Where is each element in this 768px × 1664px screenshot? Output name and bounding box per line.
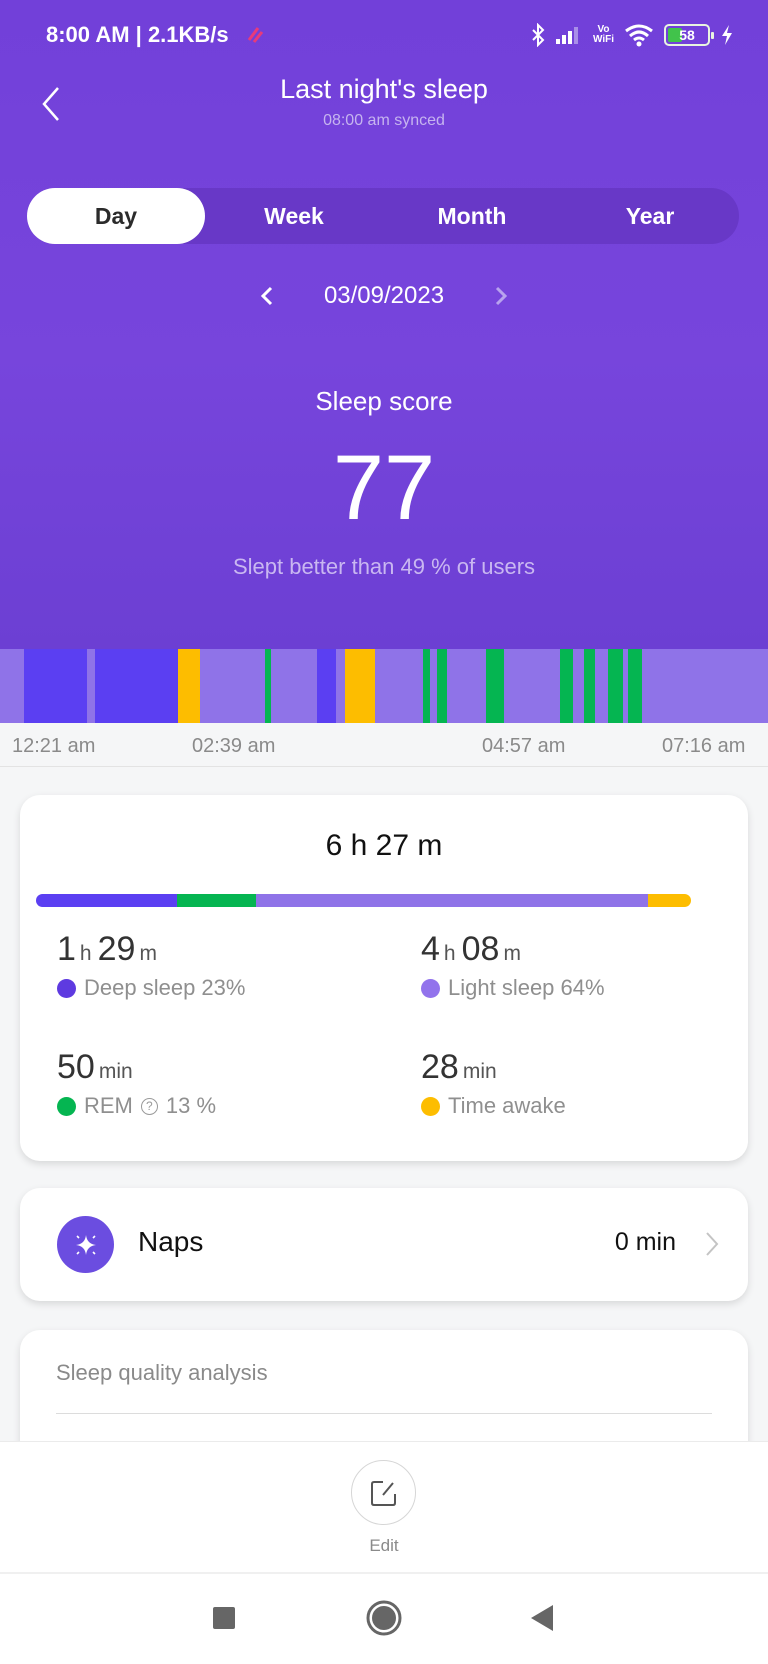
edit-bar: Edit [0,1441,768,1572]
naps-label: Naps [138,1226,204,1257]
triangle-back-icon [531,1605,553,1631]
circle-icon [366,1600,402,1636]
timeline-segment-rem [628,649,643,723]
awake-legend-dot [421,1096,440,1116]
sleep-score-value: 77 [332,437,436,539]
timeline-segment-light [199,649,265,723]
timeline-segment-light [271,649,318,723]
bluetooth-icon [532,23,545,47]
chevron-right-icon [706,1232,719,1256]
period-tabs: Day Week Month Year [27,188,739,244]
title-bar: Last night's sleep 08:00 am synced [0,70,768,140]
tab-year[interactable]: Year [561,188,739,244]
stat-rem: 50 min REM? 13 % [57,1048,217,1118]
timeline-segment-light [336,649,345,723]
total-sleep-duration: 6 h 27 m [325,829,443,862]
timeline-tick-label: 07:16 am [662,735,746,757]
nap-sparkle-icon [57,1216,114,1273]
timeline-segment-rem [583,649,596,723]
current-date: 03/09/2023 [323,282,445,309]
battery-icon: 58 [664,24,714,46]
timeline-segment-light [446,649,487,723]
vowifi-icon: Vo WiFi [592,24,614,45]
home-button[interactable] [364,1598,404,1638]
sync-status: 08:00 am synced [323,112,445,129]
page-title: Last night's sleep [280,74,488,104]
stat-light-sleep: 4 h 08 m Light sleep 64% [421,930,605,1000]
sleep-score-label: Sleep score [315,386,453,416]
timeline-segment-light [86,649,96,723]
breakdown-segment-light [256,894,649,907]
deep-sleep-legend-dot [57,978,76,998]
stat-time-awake: 28 min Time awake [421,1048,566,1118]
tab-week[interactable]: Week [205,188,383,244]
edit-button[interactable] [351,1460,416,1525]
wifi-icon [625,24,653,47]
next-day-icon[interactable] [492,284,510,308]
date-navigator: 03/09/2023 [0,278,768,314]
back-button[interactable] [522,1598,562,1638]
edit-icon [370,1480,396,1506]
timeline-segment-light [0,649,24,723]
data-activity-icon [247,27,264,43]
timeline-segment-light [430,649,437,723]
signal-icon [555,27,578,44]
sleep-stage-timeline[interactable] [0,649,768,723]
status-bar: 8:00 AM | 2.1KB/s Vo WiFi 58 [0,0,768,70]
tab-day[interactable]: Day [27,188,205,244]
tab-month[interactable]: Month [383,188,561,244]
charging-icon [722,25,732,45]
stat-deep-sleep: 1 h 29 m Deep sleep 23% [57,930,246,1000]
timeline-axis: 12:21 am 02:39 am 04:57 am 07:16 am [0,723,768,767]
timeline-segment-rem [436,649,447,723]
timeline-segment-light [595,649,609,723]
sleep-score-comparison: Slept better than 49 % of users [232,554,536,579]
light-sleep-legend-dot [421,978,440,998]
analysis-heading: Sleep quality analysis [56,1360,268,1385]
timeline-tick-label: 02:39 am [192,735,276,757]
naps-row[interactable]: Naps 0 min [20,1188,748,1301]
timeline-segment-rem [486,649,504,723]
timeline-segment-deep [95,649,179,723]
divider [56,1413,712,1414]
breakdown-segment-awake [648,894,691,907]
status-time: 8:00 AM | 2.1KB/s [46,22,229,47]
timeline-segment-light [503,649,560,723]
timeline-segment-rem [559,649,573,723]
timeline-segment-rem [423,649,431,723]
square-icon [213,1607,235,1629]
timeline-segment-awake [344,649,375,723]
timeline-tick-label: 04:57 am [482,735,566,757]
stage-breakdown-bar [36,894,691,907]
previous-day-icon[interactable] [258,284,276,308]
timeline-segment-awake [178,649,200,723]
timeline-segment-light [642,649,768,723]
timeline-tick-label: 12:21 am [12,735,96,757]
breakdown-segment-deep [36,894,177,907]
edit-label: Edit [369,1536,399,1555]
timeline-segment-deep [23,649,87,723]
breakdown-segment-rem [176,894,257,907]
sleep-header-panel: 8:00 AM | 2.1KB/s Vo WiFi 58 Last night'… [0,0,768,649]
naps-value: 0 min [614,1228,676,1256]
recents-button[interactable] [204,1598,244,1638]
rem-legend-dot [57,1096,76,1116]
system-nav-bar [0,1572,768,1664]
timeline-segment-deep [317,649,337,723]
timeline-segment-rem [608,649,623,723]
timeline-segment-light [374,649,424,723]
help-icon[interactable]: ? [140,1097,158,1115]
timeline-segment-light [572,649,584,723]
